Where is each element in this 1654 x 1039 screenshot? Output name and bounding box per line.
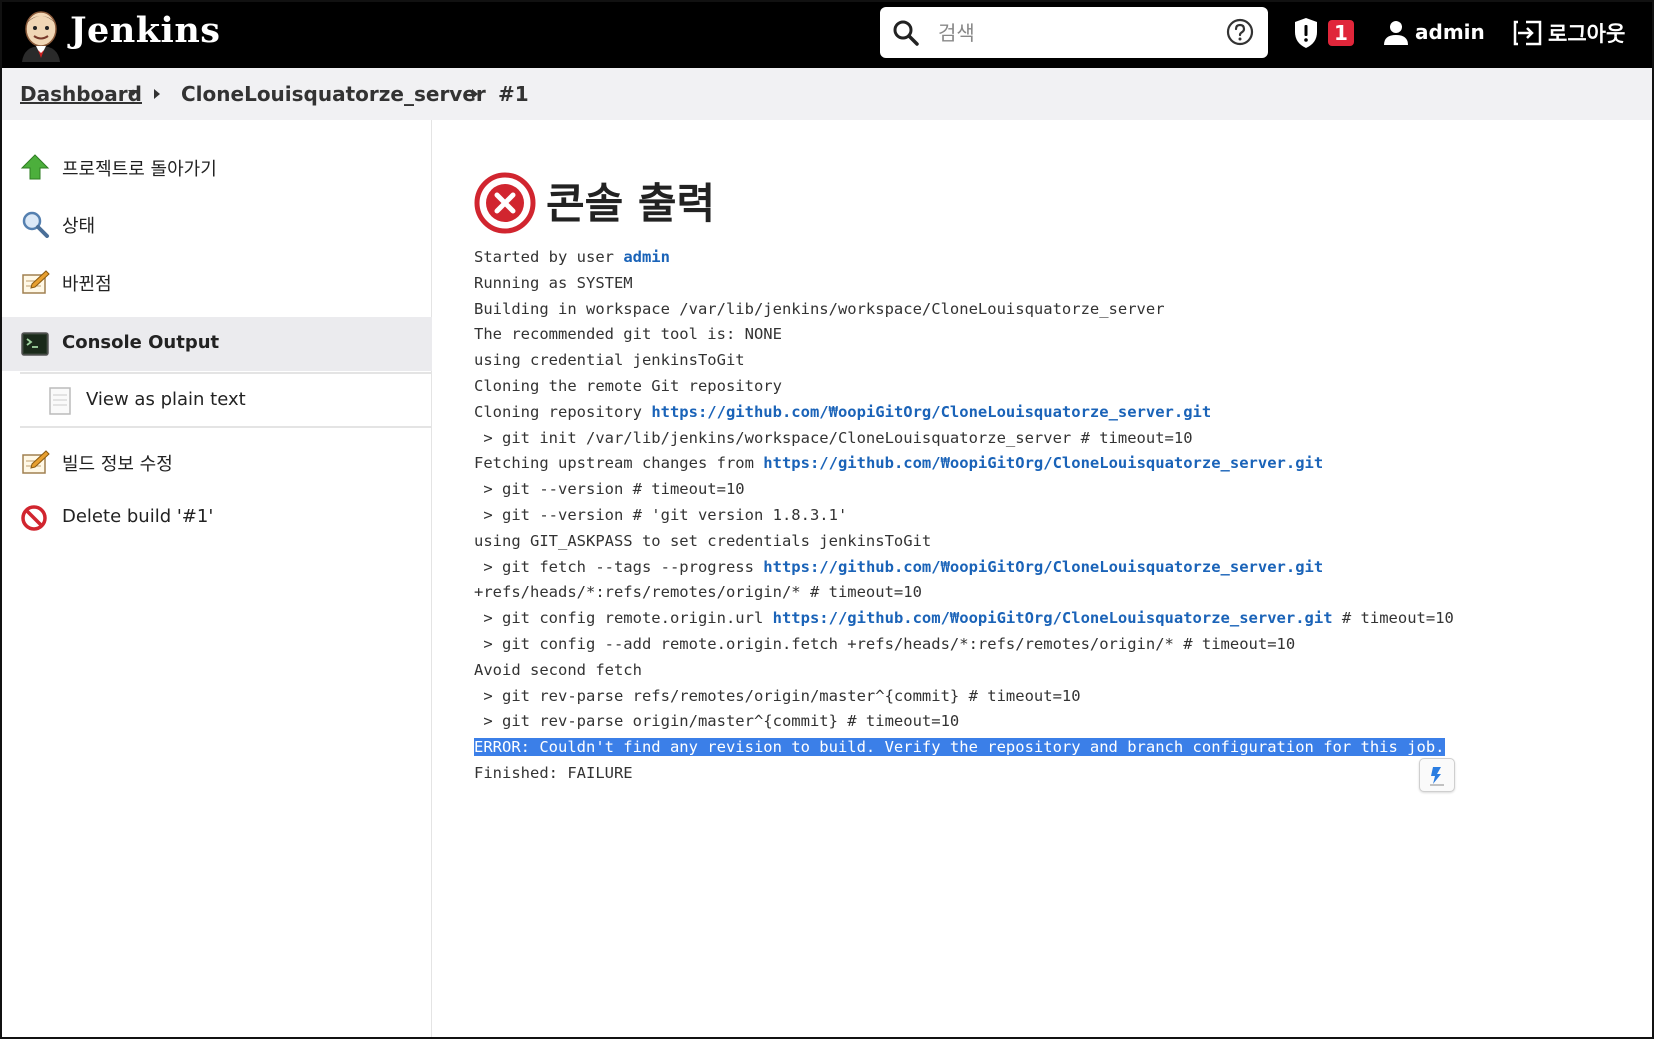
- breadcrumb-separator-icon: [472, 89, 478, 99]
- notepad-icon: [22, 450, 50, 474]
- console-line: Building in workspace /var/lib/jenkins/w…: [474, 299, 1165, 318]
- console-line: > git --version # 'git version 1.8.3.1': [474, 505, 848, 524]
- security-shield-icon[interactable]: [1293, 17, 1319, 49]
- sidebar-item-label: 빌드 정보 수정: [62, 454, 173, 475]
- document-icon: [49, 387, 71, 415]
- console-line: The recommended git tool is: NONE: [474, 325, 782, 344]
- notepad-icon: [22, 270, 50, 294]
- console-line: Avoid second fetch: [474, 660, 642, 679]
- sidebar-item-edit-build-info[interactable]: 빌드 정보 수정: [0, 435, 432, 489]
- top-header: Jenkins 1 admin 로그아웃: [0, 0, 1654, 68]
- console-line: +refs/heads/*:refs/remotes/origin/* # ti…: [474, 583, 922, 602]
- help-icon[interactable]: [1226, 18, 1254, 46]
- magnifier-icon: [22, 211, 49, 238]
- up-arrow-icon: [20, 154, 50, 180]
- console-line: using GIT_ASKPASS to set credentials jen…: [474, 531, 932, 550]
- console-output: Started by user admin Running as SYSTEM …: [474, 245, 1604, 787]
- user-name-link[interactable]: admin: [1415, 20, 1485, 44]
- sidebar-item-view-plain-text[interactable]: View as plain text: [20, 372, 432, 428]
- console-line: > git init /var/lib/jenkins/workspace/Cl…: [474, 428, 1193, 447]
- sidebar-item-label: Console Output: [62, 332, 220, 353]
- jenkins-logo-icon[interactable]: [14, 6, 68, 62]
- search-box[interactable]: [880, 7, 1268, 58]
- console-line: using credential jenkinsToGit: [474, 351, 745, 370]
- selected-error-text[interactable]: ERROR: Couldn't find any revision to bui…: [474, 738, 1445, 757]
- search-input[interactable]: [936, 17, 1190, 49]
- repository-link[interactable]: https://github.com/₩oopiGitOrg/CloneLoui…: [651, 403, 1211, 421]
- user-icon[interactable]: [1382, 18, 1410, 46]
- security-alert-badge[interactable]: 1: [1328, 20, 1354, 46]
- console-line: Running as SYSTEM: [474, 273, 633, 292]
- sidebar-item-back-to-project[interactable]: 프로젝트로 돌아가기: [0, 140, 432, 194]
- breadcrumb-dashboard[interactable]: Dashboard: [20, 82, 142, 106]
- console-line: Cloning repository https://github.com/₩o…: [474, 400, 1604, 426]
- selection-action-button[interactable]: [1419, 758, 1455, 792]
- sidebar-item-label: 프로젝트로 돌아가기: [62, 159, 217, 180]
- sidebar-item-label: View as plain text: [86, 389, 246, 410]
- repository-link[interactable]: https://github.com/₩oopiGitOrg/CloneLoui…: [763, 558, 1323, 576]
- sidebar-item-label: 상태: [62, 216, 96, 237]
- breadcrumb-project[interactable]: CloneLouisquatorze_server: [181, 82, 486, 106]
- sidebar-item-changes[interactable]: 바뀐점: [0, 255, 432, 309]
- console-line: Cloning the remote Git repository: [474, 376, 782, 395]
- search-icon: [893, 20, 919, 46]
- dashboard-dropdown-icon[interactable]: [128, 90, 138, 96]
- console-text: # timeout=10: [1332, 609, 1454, 628]
- sidebar-item-console-output[interactable]: Console Output: [0, 317, 432, 371]
- console-text: Fetching upstream changes from: [474, 454, 764, 473]
- no-entry-icon: [21, 505, 47, 531]
- translate-icon: [1430, 767, 1444, 786]
- repository-link[interactable]: https://github.com/₩oopiGitOrg/CloneLoui…: [763, 454, 1323, 472]
- console-line: > git fetch --tags --progress https://gi…: [474, 555, 1604, 581]
- brand-name[interactable]: Jenkins: [70, 10, 220, 51]
- console-text: Cloning repository: [474, 402, 652, 421]
- console-line: Fetching upstream changes from https://g…: [474, 451, 1604, 477]
- terminal-icon: [21, 332, 49, 356]
- console-line: > git rev-parse origin/master^{commit} #…: [474, 712, 960, 731]
- console-text: Started by user: [474, 248, 624, 266]
- sidebar: 프로젝트로 돌아가기 상태 바뀐점 Console Output View as…: [0, 120, 432, 1039]
- build-failed-icon: [474, 172, 536, 234]
- breadcrumb: Dashboard CloneLouisquatorze_server #1: [0, 68, 1654, 120]
- console-text: > git fetch --tags --progress: [474, 557, 764, 576]
- console-line: > git rev-parse refs/remotes/origin/mast…: [474, 686, 1081, 705]
- repository-link[interactable]: https://github.com/₩oopiGitOrg/CloneLoui…: [773, 609, 1333, 627]
- sidebar-item-label: 바뀐점: [62, 274, 112, 295]
- logout-icon[interactable]: [1512, 19, 1544, 47]
- sidebar-item-delete-build[interactable]: Delete build '#1': [0, 491, 432, 545]
- console-line: > git config --add remote.origin.fetch +…: [474, 634, 1296, 653]
- console-line: Started by user admin: [474, 245, 1604, 271]
- logout-link[interactable]: 로그아웃: [1548, 18, 1625, 48]
- breadcrumb-build[interactable]: #1: [498, 82, 529, 106]
- user-link[interactable]: admin: [623, 248, 670, 266]
- sidebar-item-status[interactable]: 상태: [0, 197, 432, 251]
- console-line: > git --version # timeout=10: [474, 480, 745, 499]
- breadcrumb-separator-icon: [154, 89, 160, 99]
- sidebar-item-label: Delete build '#1': [62, 506, 214, 527]
- page-title: 콘솔 출력: [546, 179, 716, 228]
- console-text: > git config remote.origin.url: [474, 609, 773, 628]
- console-line: > git config remote.origin.url https://g…: [474, 606, 1604, 632]
